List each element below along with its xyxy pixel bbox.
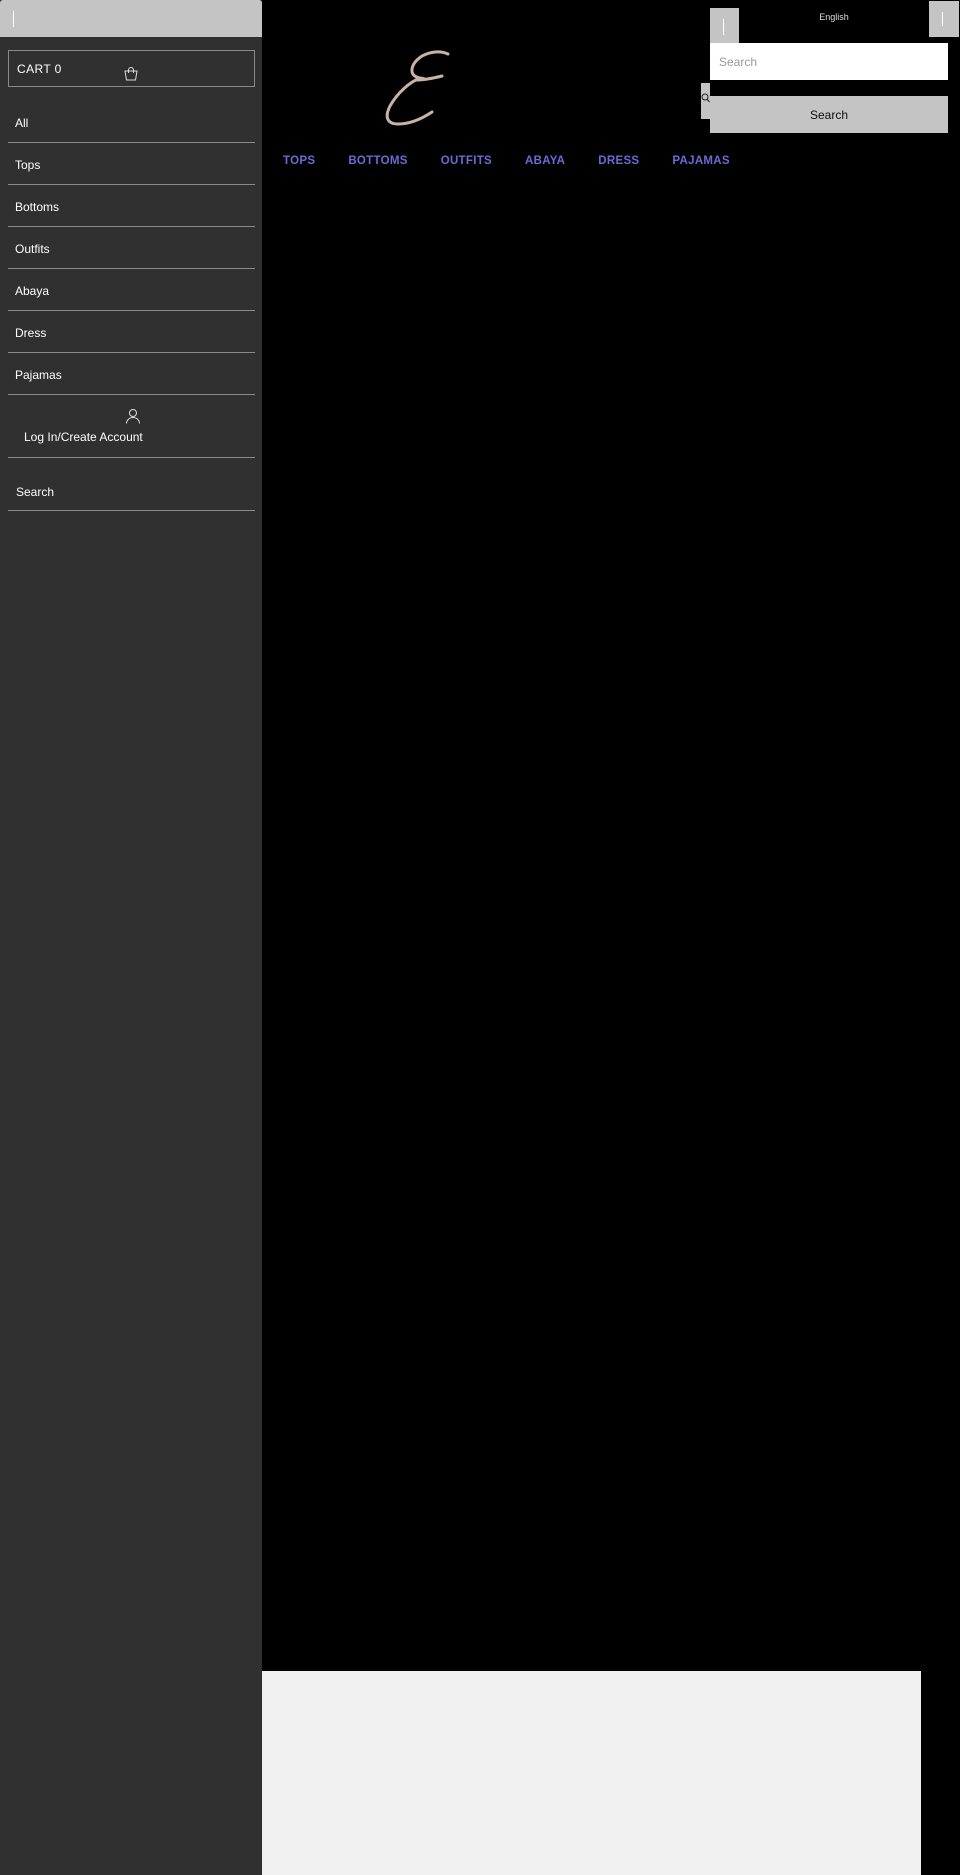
sidebar-item-label: Pajamas: [15, 368, 62, 382]
sidebar-item-label: Tops: [15, 158, 41, 172]
sidebar-item-label: Dress: [15, 326, 47, 340]
sidebar-item-label: Bottoms: [15, 200, 60, 214]
close-icon: [13, 11, 14, 27]
sidebar-item-dress[interactable]: Dress: [8, 311, 255, 353]
nav-link-outfits[interactable]: OUTFITS: [441, 155, 492, 167]
language-prev-button[interactable]: [710, 8, 739, 45]
sidebar-item-label: Outfits: [15, 242, 50, 256]
search-input[interactable]: [710, 43, 948, 80]
nav-link-pajamas[interactable]: PAJAMAS: [672, 155, 729, 167]
cart-label: CART 0: [17, 62, 62, 76]
language-next-button[interactable]: [929, 1, 959, 37]
cart-button[interactable]: CART 0: [8, 50, 255, 87]
divider-icon: [942, 12, 943, 26]
sidebar-close-button[interactable]: [0, 0, 262, 37]
language-selector[interactable]: English: [739, 12, 929, 22]
sidebar-item-label: Abaya: [15, 284, 50, 298]
main-category-nav: TOPS BOTTOMS OUTFITS ABAYA DRESS PAJAMAS: [283, 155, 763, 167]
login-label: Log In/Create Account: [24, 430, 143, 444]
divider-icon: [723, 19, 724, 35]
nav-link-dress[interactable]: DRESS: [598, 155, 639, 167]
sidebar-drawer: CART 0 All Tops Bottoms Outfits Abaya Dr…: [0, 0, 262, 1875]
sidebar-search-label: Search: [16, 485, 55, 499]
nav-link-tops[interactable]: TOPS: [283, 155, 315, 167]
brand-logo[interactable]: [380, 48, 460, 130]
sidebar-item-abaya[interactable]: Abaya: [8, 269, 255, 311]
nav-link-abaya[interactable]: ABAYA: [525, 155, 565, 167]
search-toggle[interactable]: [701, 83, 710, 119]
nav-link-bottoms[interactable]: BOTTOMS: [348, 155, 407, 167]
user-icon: [126, 409, 140, 424]
search-button[interactable]: Search: [710, 96, 948, 133]
shopping-bag-icon: [124, 67, 138, 81]
sidebar-item-all[interactable]: All: [8, 101, 255, 143]
search-icon: [701, 93, 710, 103]
content-panel: [262, 1671, 921, 1875]
sidebar-item-tops[interactable]: Tops: [8, 143, 255, 185]
sidebar-nav: All Tops Bottoms Outfits Abaya Dress Paj…: [8, 101, 255, 395]
sidebar-item-outfits[interactable]: Outfits: [8, 227, 255, 269]
login-link[interactable]: Log In/Create Account: [8, 396, 255, 458]
sidebar-item-label: All: [15, 116, 29, 130]
sidebar-item-bottoms[interactable]: Bottoms: [8, 185, 255, 227]
sidebar-search-link[interactable]: Search: [8, 458, 255, 511]
sidebar-item-pajamas[interactable]: Pajamas: [8, 353, 255, 395]
